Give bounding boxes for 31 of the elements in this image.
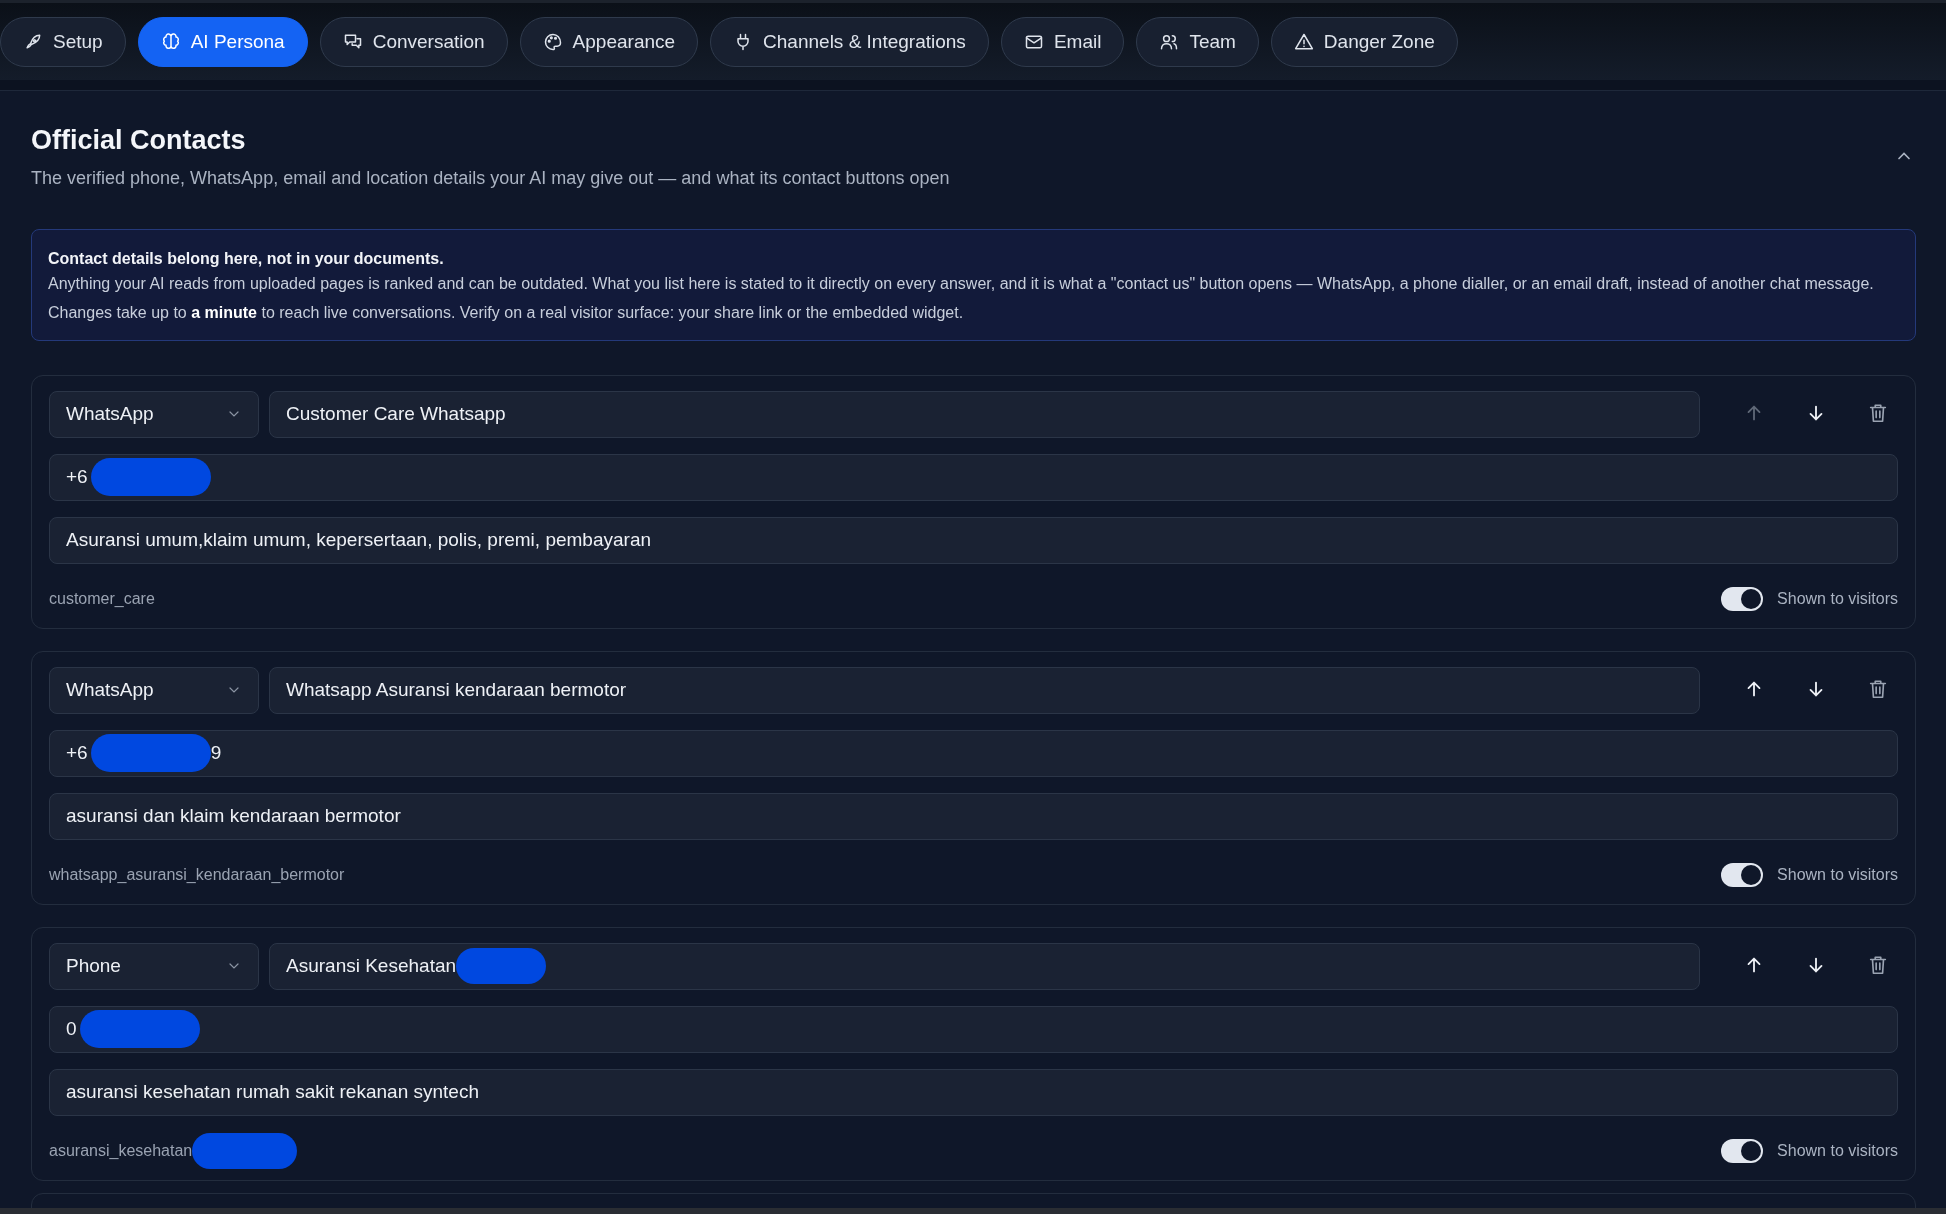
tab[interactable]: Channels & Integrations bbox=[710, 16, 989, 67]
notice-text: Anything your AI reads from uploaded pages is ranked and can be outdated. What you list here is stated to it directly on every answer, and it is what a "contact us" button opens — WhatsApp, a phone dialler, or an email draft, instead of another chat message. bbox=[48, 274, 1875, 294]
tab[interactable]: Conversation bbox=[319, 16, 508, 67]
tab[interactable]: Danger Zone bbox=[1270, 16, 1458, 67]
type-dropdown[interactable]: Phone bbox=[49, 942, 259, 990]
notice-text: Changes take up to a minute to reach live conversations. Verify on a real visitor surface: your share link or the embedded widget. bbox=[48, 302, 965, 323]
toggle-label: Shown to visitors bbox=[1777, 589, 1898, 608]
contact-key: whatsapp_asuransi_kendaraan_bermotor bbox=[49, 865, 345, 884]
number-field[interactable]: +6 9 bbox=[49, 729, 1898, 777]
section-title: Official Contacts bbox=[31, 125, 247, 156]
toggle-label: Shown to visitors bbox=[1777, 865, 1898, 884]
notice-heading: Contact details belong here, not in your documents. bbox=[48, 250, 445, 268]
topics-field[interactable]: asuransi kesehatan rumah sakit rekanan syntech bbox=[49, 1068, 1898, 1116]
contact-key: asuransi_kesehatan bbox=[49, 1141, 193, 1160]
section-subtitle: The verified phone, WhatsApp, email and location details your AI may give out — and what its contact buttons open bbox=[31, 168, 950, 189]
tab[interactable]: Email bbox=[1000, 16, 1125, 67]
tab[interactable]: Appearance bbox=[519, 16, 699, 67]
tab[interactable]: Team bbox=[1136, 16, 1259, 67]
tab[interactable]: Setup bbox=[0, 16, 126, 67]
topics-field[interactable]: Asuransi umum,klaim umum, kepersertaan, polis, premi, pembayaran bbox=[49, 516, 1898, 564]
number-field[interactable]: 0 bbox=[49, 1005, 1898, 1053]
type-dropdown[interactable]: WhatsApp bbox=[49, 390, 259, 438]
label-field[interactable]: Asuransi Kesehatan bbox=[269, 942, 1700, 990]
label-field[interactable]: Customer Care Whatsapp bbox=[269, 390, 1700, 438]
label-field[interactable]: Whatsapp Asuransi kendaraan bermotor bbox=[269, 666, 1700, 714]
number-field[interactable]: +6 bbox=[49, 453, 1898, 501]
toggle-label: Shown to visitors bbox=[1777, 1141, 1898, 1160]
topics-field[interactable]: asuransi dan klaim kendaraan bermotor bbox=[49, 792, 1898, 840]
type-dropdown[interactable]: WhatsApp bbox=[49, 666, 259, 714]
contact-key: customer_care bbox=[49, 589, 155, 608]
tab[interactable]: AI Persona bbox=[137, 16, 308, 67]
